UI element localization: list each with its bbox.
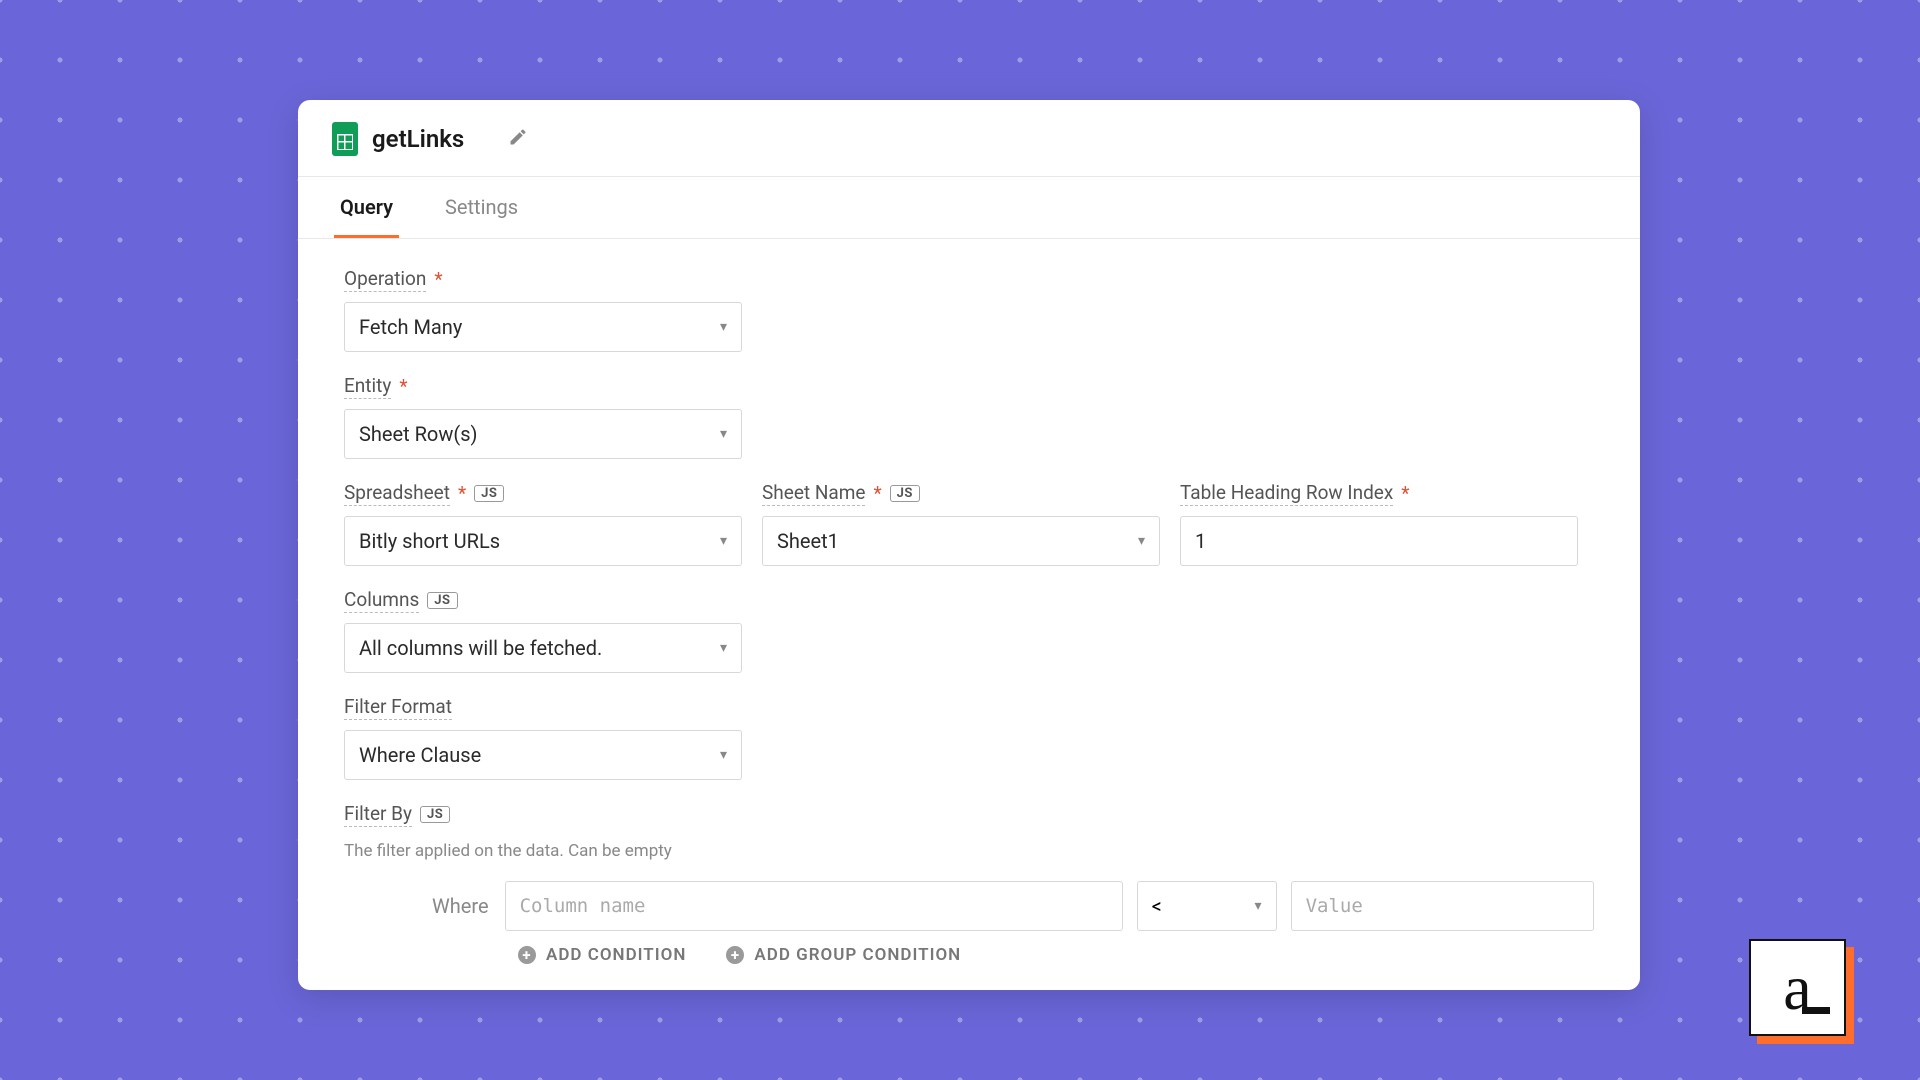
brand-logo: a	[1749, 939, 1854, 1044]
chevron-down-icon: ▾	[720, 640, 727, 656]
filter-value-input[interactable]: Value	[1291, 881, 1594, 931]
entity-label: Entity*	[344, 374, 742, 399]
chevron-down-icon: ▾	[1138, 533, 1145, 549]
spreadsheet-label: Spreadsheet* JS	[344, 481, 742, 506]
chevron-down-icon: ▾	[720, 747, 727, 763]
filter-operator-select[interactable]: < ▾	[1137, 881, 1277, 931]
spreadsheet-select[interactable]: Bitly short URLs ▾	[344, 516, 742, 566]
chevron-down-icon: ▾	[720, 533, 727, 549]
filter-format-label: Filter Format	[344, 695, 742, 720]
chevron-down-icon: ▾	[1255, 898, 1262, 914]
js-badge[interactable]: JS	[420, 806, 450, 823]
js-badge[interactable]: JS	[890, 485, 920, 502]
tab-settings[interactable]: Settings	[439, 177, 524, 238]
heading-row-input[interactable]: 1	[1180, 516, 1578, 566]
chevron-down-icon: ▾	[720, 426, 727, 442]
plus-icon: +	[726, 946, 744, 964]
query-title: getLinks	[372, 125, 464, 153]
tab-query[interactable]: Query	[334, 177, 399, 238]
operation-select[interactable]: Fetch Many ▾	[344, 302, 742, 352]
entity-select[interactable]: Sheet Row(s) ▾	[344, 409, 742, 459]
query-panel: getLinks Query Settings Operation* Fetch…	[298, 100, 1640, 990]
sheet-name-label: Sheet Name* JS	[762, 481, 1160, 506]
js-badge[interactable]: JS	[474, 485, 504, 502]
filter-by-hint: The filter applied on the data. Can be e…	[344, 841, 1594, 861]
tab-bar: Query Settings	[298, 177, 1640, 238]
operation-label: Operation*	[344, 267, 742, 292]
filter-by-label: Filter By JS	[344, 802, 1594, 827]
add-group-condition-button[interactable]: + ADD GROUP CONDITION	[726, 945, 961, 965]
form-body: Operation* Fetch Many ▾ Entity* Sheet Ro…	[298, 239, 1640, 965]
add-condition-button[interactable]: + ADD CONDITION	[518, 945, 686, 965]
filter-condition-row: Where Column name < ▾ Value	[344, 881, 1594, 931]
google-sheets-icon	[332, 122, 358, 156]
heading-row-label: Table Heading Row Index*	[1180, 481, 1578, 506]
filter-format-select[interactable]: Where Clause ▾	[344, 730, 742, 780]
add-buttons-row: + ADD CONDITION + ADD GROUP CONDITION	[344, 945, 1594, 965]
chevron-down-icon: ▾	[720, 319, 727, 335]
panel-header: getLinks	[298, 100, 1640, 176]
columns-select[interactable]: All columns will be fetched. ▾	[344, 623, 742, 673]
edit-icon[interactable]	[508, 127, 528, 151]
where-label: Where	[432, 894, 489, 918]
plus-icon: +	[518, 946, 536, 964]
js-badge[interactable]: JS	[427, 592, 457, 609]
columns-label: Columns JS	[344, 588, 742, 613]
sheet-name-select[interactable]: Sheet1 ▾	[762, 516, 1160, 566]
filter-column-input[interactable]: Column name	[505, 881, 1123, 931]
